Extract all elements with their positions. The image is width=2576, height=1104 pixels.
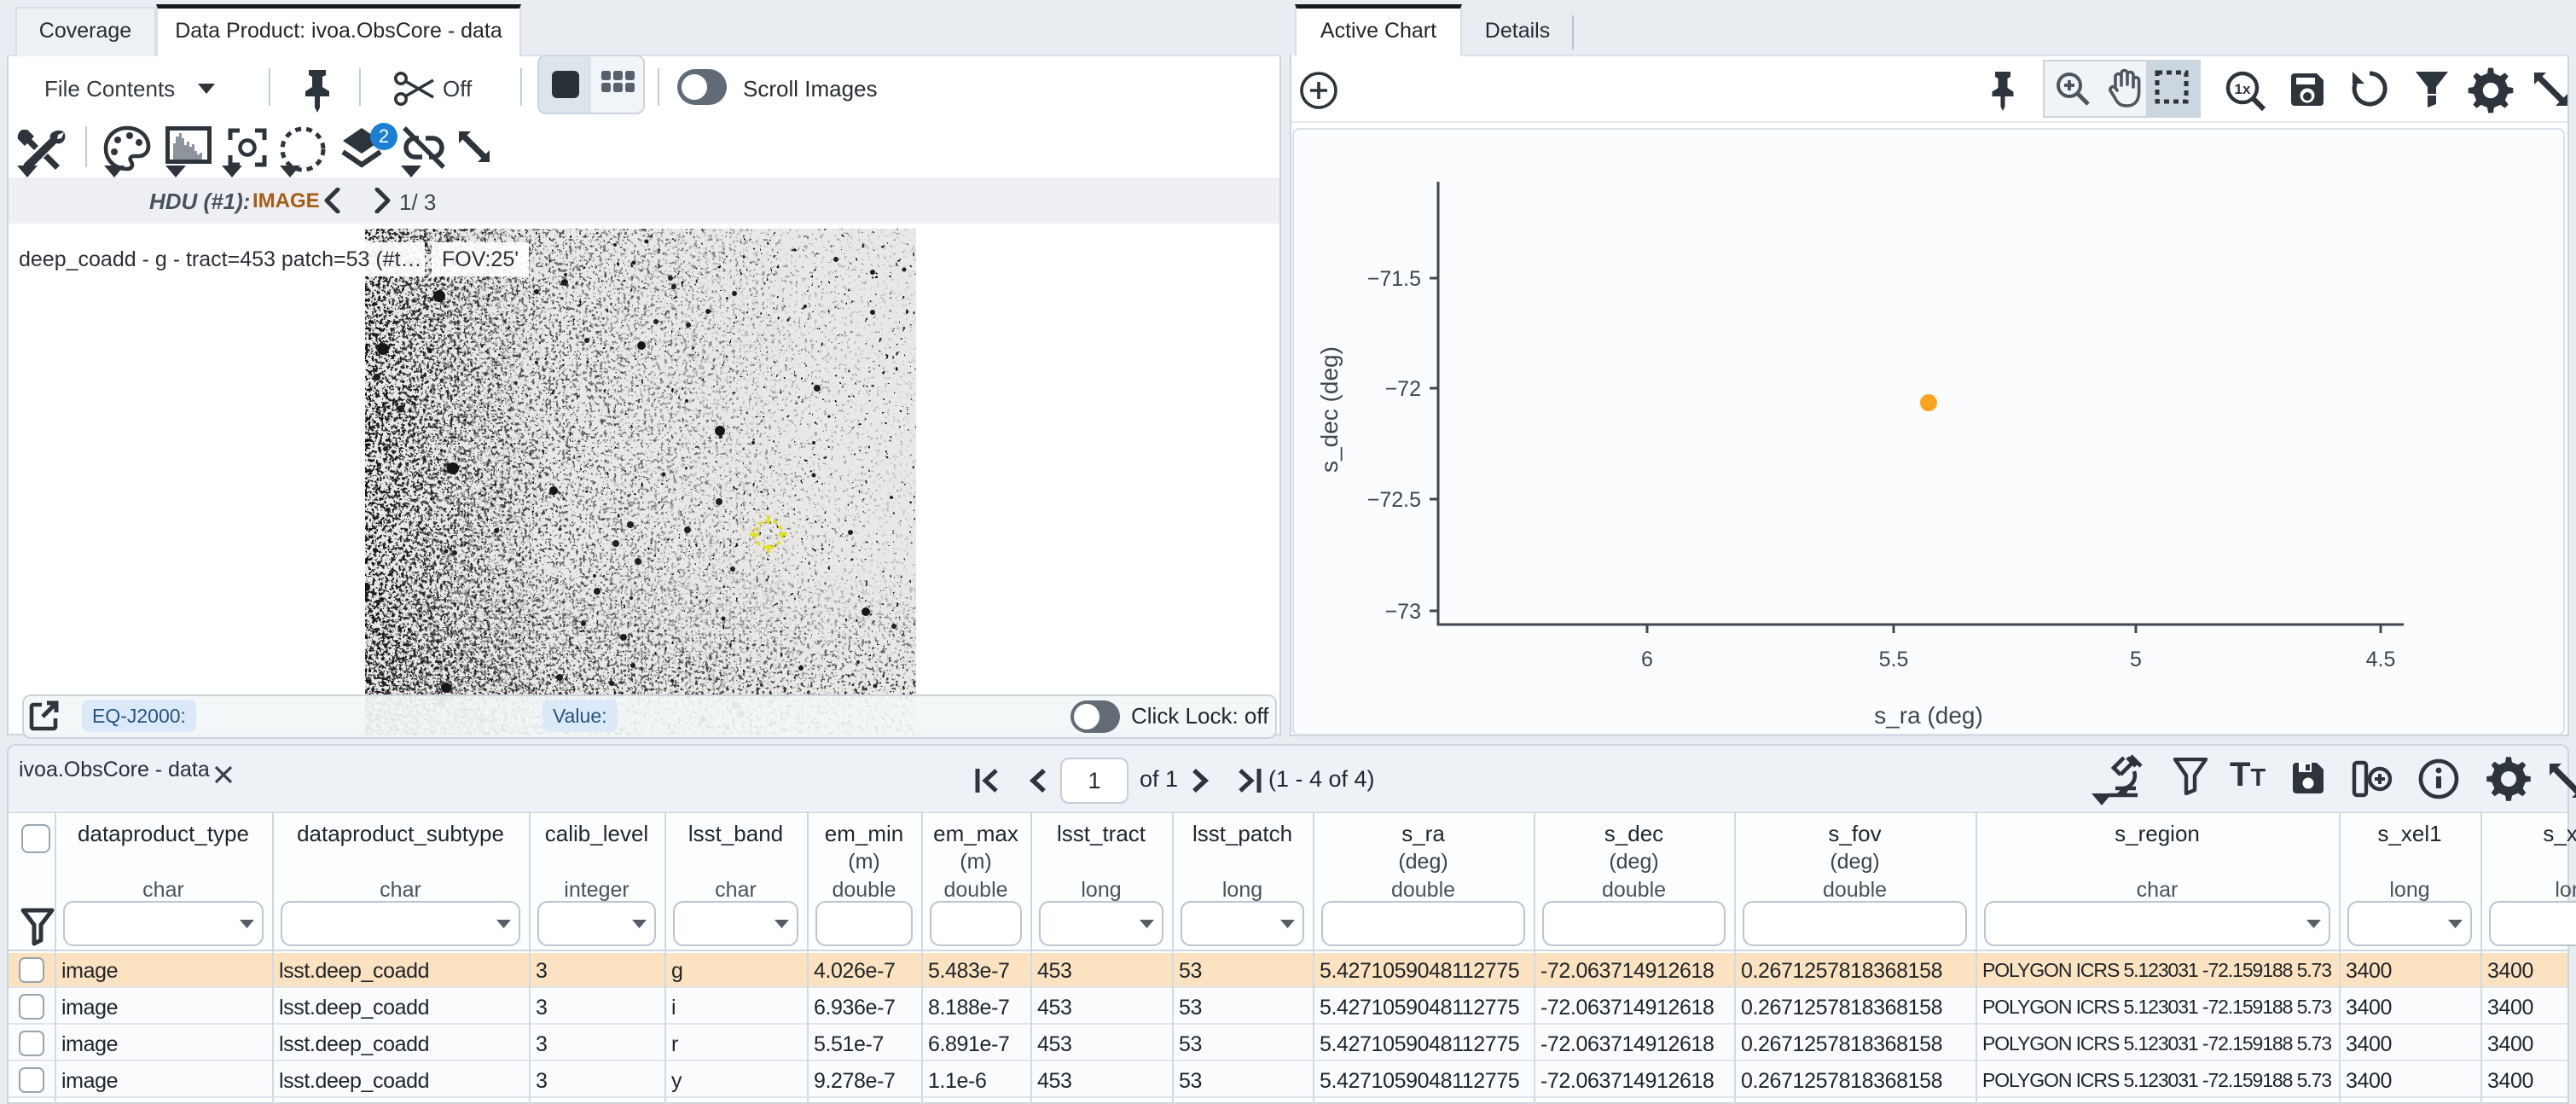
svg-text:6: 6 (1641, 648, 1653, 671)
svg-text:5: 5 (2130, 648, 2142, 671)
svg-text:4.5: 4.5 (2366, 648, 2396, 671)
svg-text:1x: 1x (2235, 81, 2251, 97)
svg-text:−72.5: −72.5 (1367, 488, 1421, 512)
svg-text:−71.5: −71.5 (1367, 267, 1421, 291)
svg-text:s_dec (deg): s_dec (deg) (1316, 346, 1343, 473)
svg-text:5.5: 5.5 (1879, 648, 1909, 671)
svg-text:−72: −72 (1385, 377, 1421, 401)
svg-text:s_ra (deg): s_ra (deg) (1874, 702, 1983, 729)
svg-text:−73: −73 (1385, 600, 1421, 624)
